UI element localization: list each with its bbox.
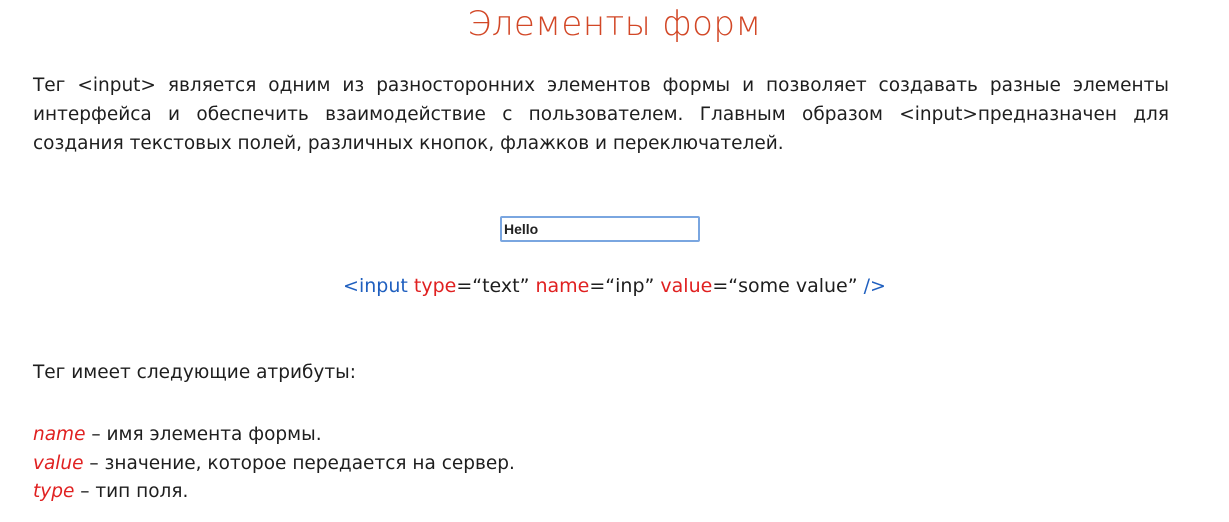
attribute-name: name bbox=[33, 424, 86, 445]
code-tag-open: <input bbox=[343, 275, 408, 297]
code-val-type: =“text” bbox=[456, 275, 530, 297]
attribute-item: type – тип поля. bbox=[33, 478, 515, 507]
attribute-name: type bbox=[33, 481, 75, 502]
attribute-list: name – имя элемента формы. value – значе… bbox=[33, 421, 515, 507]
page-title: Элементы форм bbox=[467, 4, 762, 44]
attribute-item: name – имя элемента формы. bbox=[33, 421, 515, 450]
attribute-item: value – значение, которое передается на … bbox=[33, 450, 515, 479]
attributes-heading: Тег имеет следующие атрибуты: bbox=[33, 362, 356, 383]
code-attr-name: name bbox=[535, 275, 590, 297]
attribute-desc: – значение, которое передается на сервер… bbox=[83, 452, 515, 474]
demo-text-input[interactable] bbox=[500, 216, 700, 242]
code-attr-type: type bbox=[413, 275, 457, 297]
code-attr-value: value bbox=[660, 275, 713, 297]
attribute-name: value bbox=[33, 452, 84, 474]
intro-paragraph: Тег <input> является одним из разносторо… bbox=[33, 75, 1169, 154]
code-tag-close: /> bbox=[863, 275, 886, 297]
code-val-name: =“inp” bbox=[589, 275, 655, 297]
code-val-value: =“some value” bbox=[712, 275, 858, 297]
code-example: <input type=“text” name=“inp” value=“som… bbox=[0, 275, 1229, 297]
attribute-desc: – тип поля. bbox=[74, 481, 189, 502]
attribute-desc: – имя элемента формы. bbox=[85, 424, 322, 445]
